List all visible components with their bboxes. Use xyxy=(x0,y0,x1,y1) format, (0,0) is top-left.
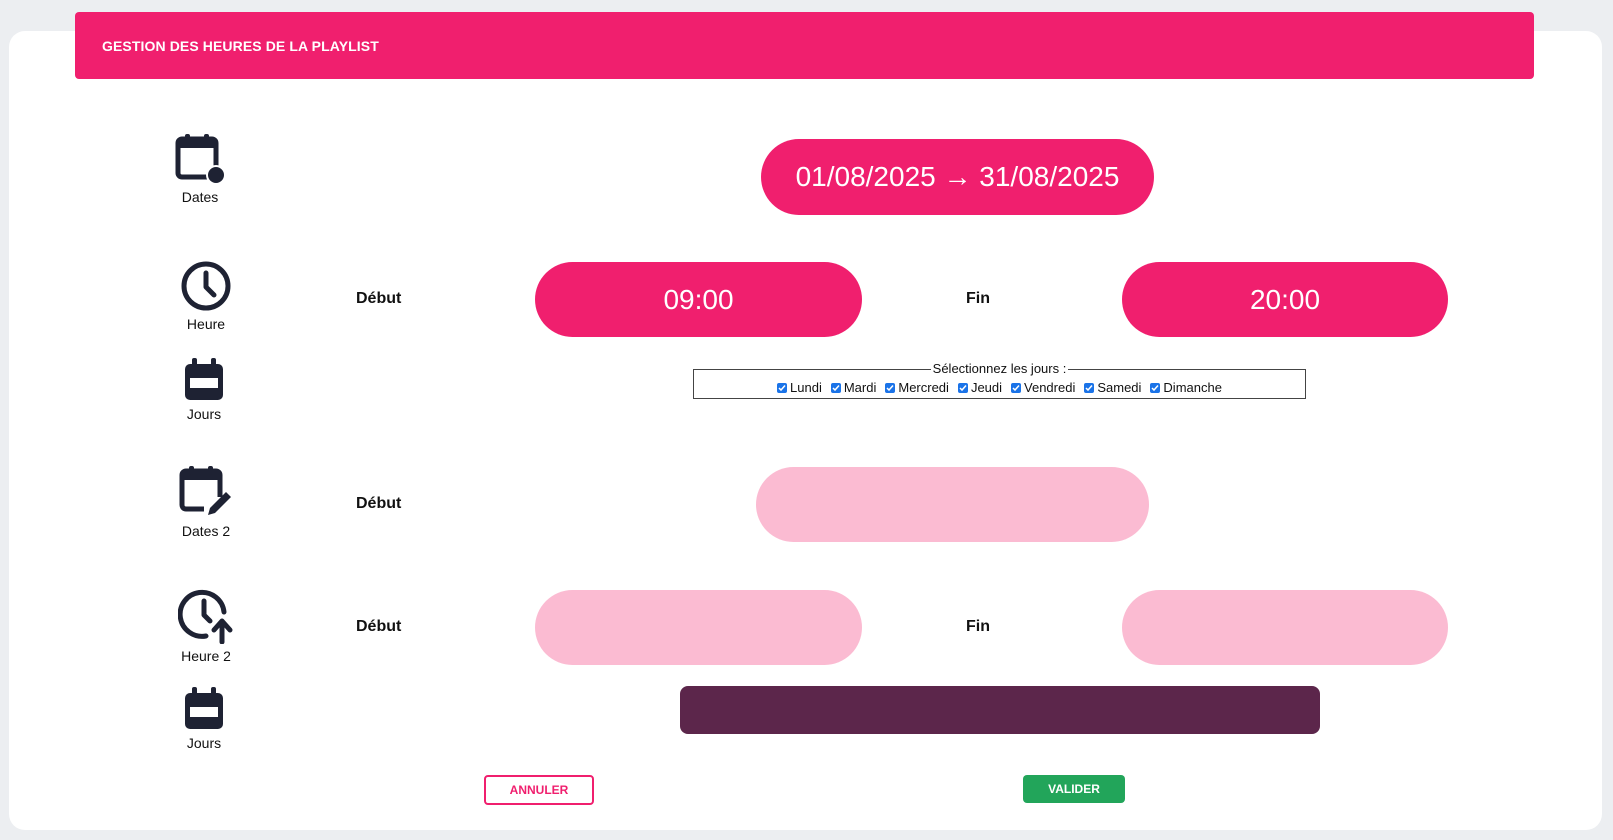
checkbox-checked-icon[interactable] xyxy=(777,382,788,393)
end-time-value: 20:00 xyxy=(1249,283,1321,315)
page-title: GESTION DES HEURES DE LA PLAYLIST xyxy=(102,37,379,54)
dates2-row-icon-group: Dates 2 xyxy=(161,465,251,539)
heure2-row-icon-group: Heure 2 xyxy=(161,588,251,664)
dates-label: Dates xyxy=(181,189,219,205)
cancel-button[interactable]: ANNULER xyxy=(484,775,594,805)
heure-start-label: Début xyxy=(356,290,402,307)
dates-row-icon-group: Dates xyxy=(155,133,245,205)
clock-icon xyxy=(180,260,232,312)
day-dimanche[interactable]: Dimanche xyxy=(1150,380,1222,395)
day-lundi[interactable]: Lundi xyxy=(777,380,822,395)
day-mercredi[interactable]: Mercredi xyxy=(885,380,949,395)
checkbox-checked-icon[interactable] xyxy=(885,382,896,393)
calendar-icon xyxy=(183,687,225,731)
checkbox-checked-icon[interactable] xyxy=(830,382,841,393)
days-fieldset: Sélectionnez les jours : Lundi Mardi Mer… xyxy=(693,361,1306,399)
start-time-2-field[interactable] xyxy=(535,590,862,665)
date-range-value: 01/08/2025 → 31/08/2025 xyxy=(795,161,1120,192)
dates2-label: Dates 2 xyxy=(181,523,231,539)
day-samedi[interactable]: Samedi xyxy=(1084,380,1141,395)
end-time-field[interactable]: 20:00 xyxy=(1122,262,1448,337)
date-range-2-field[interactable] xyxy=(756,467,1149,542)
page-header: GESTION DES HEURES DE LA PLAYLIST xyxy=(75,12,1534,79)
heure-end-label: Fin xyxy=(966,290,990,307)
checkbox-checked-icon[interactable] xyxy=(1150,382,1161,393)
jours-label: Jours xyxy=(186,406,222,422)
heure-label: Heure xyxy=(186,316,226,332)
heure2-end-label: Fin xyxy=(966,618,990,635)
calendar-icon xyxy=(183,358,225,402)
days-list: Lundi Mardi Mercredi Jeudi Vendredi Same… xyxy=(694,380,1305,395)
day-vendredi[interactable]: Vendredi xyxy=(1011,380,1075,395)
jours-row-icon-group: Jours xyxy=(159,358,249,422)
start-time-value: 09:00 xyxy=(663,283,734,315)
dates2-start-label: Début xyxy=(356,495,402,512)
confirm-button[interactable]: VALIDER xyxy=(1023,775,1125,803)
day-jeudi[interactable]: Jeudi xyxy=(957,380,1002,395)
start-time-field[interactable]: 09:00 xyxy=(535,262,862,337)
checkbox-checked-icon[interactable] xyxy=(957,382,968,393)
calendar-dot-icon xyxy=(174,133,226,185)
days-legend: Sélectionnez les jours : xyxy=(930,361,1069,376)
jours2-row-icon-group: Jours xyxy=(159,687,249,751)
heure2-label: Heure 2 xyxy=(181,648,231,664)
checkbox-checked-icon[interactable] xyxy=(1011,382,1022,393)
day-mardi[interactable]: Mardi xyxy=(830,380,876,395)
end-time-2-field[interactable] xyxy=(1122,590,1448,665)
checkbox-checked-icon[interactable] xyxy=(1084,382,1095,393)
heure-row-icon-group: Heure xyxy=(161,260,251,332)
jours2-label: Jours xyxy=(186,735,222,751)
calendar-edit-icon xyxy=(178,465,234,519)
date-range-field[interactable]: 01/08/2025 → 31/08/2025 xyxy=(761,139,1154,215)
heure2-start-label: Début xyxy=(356,618,402,635)
days-2-selector[interactable] xyxy=(680,686,1320,734)
clock-arrow-up-icon xyxy=(178,588,234,644)
